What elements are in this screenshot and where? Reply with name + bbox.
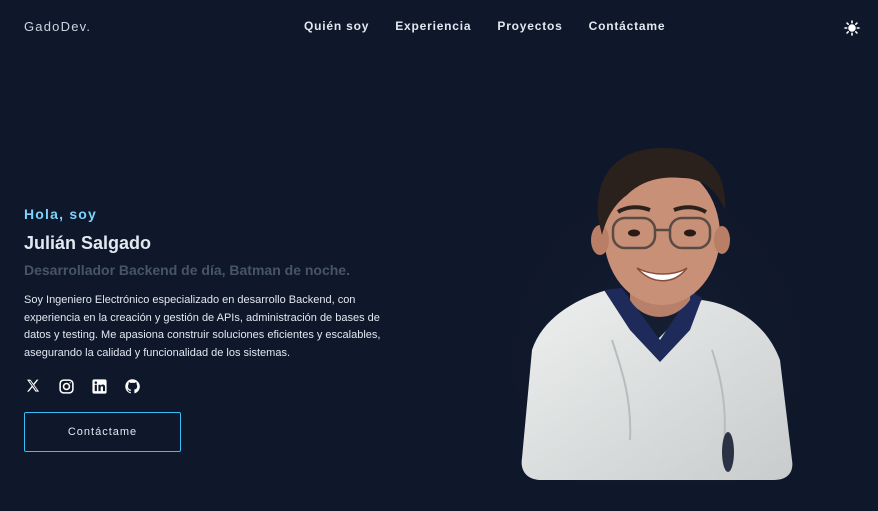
linkedin-icon <box>91 379 107 394</box>
instagram-link[interactable] <box>57 377 75 395</box>
github-link[interactable] <box>123 377 141 395</box>
instagram-icon <box>58 379 74 394</box>
x-icon <box>27 380 40 393</box>
contact-button[interactable]: Contáctame <box>24 412 181 453</box>
profile-photo <box>512 148 802 485</box>
top-navbar: GadoDev. Quién soy Experiencia Proyectos… <box>0 0 878 56</box>
main-menu: Quién soy Experiencia Proyectos Contácta… <box>304 19 691 33</box>
site-logo[interactable]: GadoDev. <box>24 19 91 34</box>
sun-icon <box>844 20 860 36</box>
hero-name: Julián Salgado <box>24 233 152 253</box>
nav-link-experiencia[interactable]: Experiencia <box>395 19 471 33</box>
theme-toggle-button[interactable] <box>842 18 862 38</box>
hero-section: Hola, soy Julián Salgado Desarrollador B… <box>24 206 404 453</box>
hero-tagline: Desarrollador Backend de día, Batman de … <box>24 262 350 278</box>
x-link[interactable] <box>24 377 42 395</box>
social-links <box>24 376 404 396</box>
hero-bio: Soy Ingeniero Electrónico especializado … <box>24 294 381 359</box>
github-icon <box>124 379 140 394</box>
linkedin-link[interactable] <box>90 377 108 395</box>
nav-link-contactame[interactable]: Contáctame <box>589 19 666 33</box>
nav-link-quien-soy[interactable]: Quién soy <box>304 19 369 33</box>
hero-greeting: Hola, soy <box>24 206 98 222</box>
nav-link-proyectos[interactable]: Proyectos <box>497 19 562 33</box>
